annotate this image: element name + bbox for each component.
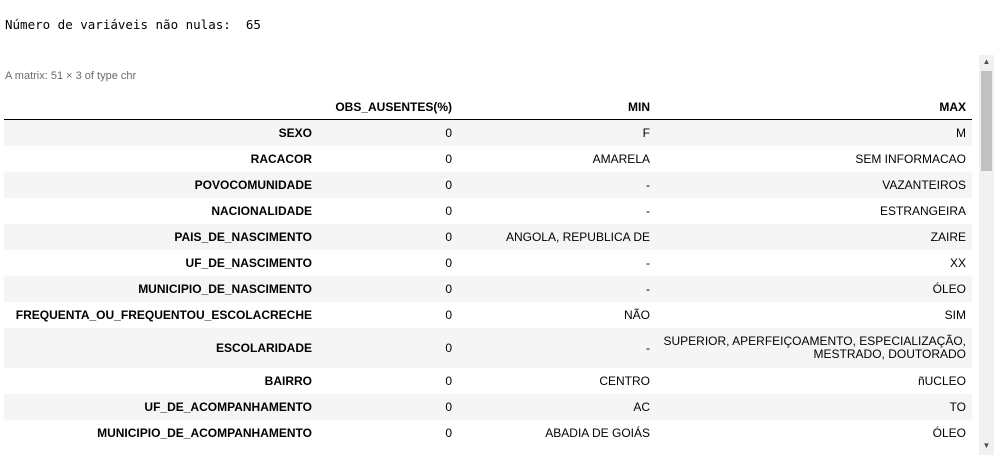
cell-min: CENTRO — [599, 374, 650, 388]
vertical-scrollbar[interactable]: ▲ ▼ — [979, 55, 994, 455]
output-area[interactable]: A matrix: 51 × 3 of type chr OBS_AUSENTE… — [0, 55, 995, 455]
header-min: MIN — [458, 95, 656, 120]
matrix-table: OBS_AUSENTES(%) MIN MAX SEXO 0 F M RACAC… — [4, 95, 972, 446]
cell-min: - — [646, 256, 650, 270]
table-row: PAIS_DE_NASCIMENTO 0 ANGOLA, REPUBLICA D… — [4, 224, 972, 250]
cell-max: ESTRANGEIRA — [879, 204, 966, 218]
row-name: FREQUENTA_OU_FREQUENTOU_ESCOLACRECHE — [15, 308, 312, 322]
cell-obs: 0 — [445, 308, 452, 322]
cell-obs: 0 — [445, 426, 452, 440]
cell-max: VAZANTEIROS — [656, 172, 972, 198]
row-name: MUNICIPIO_DE_ACOMPANHAMENTO — [97, 426, 312, 440]
cell-max: SUPERIOR, APERFEIÇOAMENTO, ESPECIALIZAÇÃ… — [656, 328, 972, 368]
cell-obs: 0 — [318, 276, 458, 302]
cell-max: M — [656, 119, 972, 146]
cell-max: ZAIRE — [656, 224, 972, 250]
table-row: POVOCOMUNIDADE 0 - VAZANTEIROS — [4, 172, 972, 198]
cell-obs: 0 — [445, 256, 452, 270]
table-row: ESCOLARIDADE 0 - SUPERIOR, APERFEIÇOAMEN… — [4, 328, 972, 368]
cell-max: TO — [656, 394, 972, 420]
row-name: MUNICIPIO_DE_NASCIMENTO — [4, 276, 318, 302]
header-obs-ausentes: OBS_AUSENTES(%) — [318, 95, 458, 120]
scroll-up-icon[interactable]: ▲ — [979, 55, 994, 69]
table-row: UF_DE_NASCIMENTO 0 - XX — [4, 250, 972, 276]
cell-obs: 0 — [318, 328, 458, 368]
cell-max: ÓLEO — [932, 426, 966, 440]
cell-min: - — [458, 172, 656, 198]
cell-obs: 0 — [445, 374, 452, 388]
cell-min: ABADIA DE GOIÁS — [545, 426, 650, 440]
cell-min: F — [458, 119, 656, 146]
header-rowname — [4, 95, 318, 120]
matrix-caption: A matrix: 51 × 3 of type chr — [5, 70, 137, 82]
table-row: MUNICIPIO_DE_ACOMPANHAMENTO 0 ABADIA DE … — [4, 420, 972, 446]
row-name: UF_DE_ACOMPANHAMENTO — [4, 394, 318, 420]
table-row: UF_DE_ACOMPANHAMENTO 0 AC TO — [4, 394, 972, 420]
cell-obs: 0 — [445, 152, 452, 166]
cell-min: AMARELA — [592, 152, 650, 166]
cell-max: ñUCLEO — [917, 374, 966, 388]
cell-max: SIM — [944, 308, 966, 322]
table-row: NACIONALIDADE 0 - ESTRANGEIRA — [4, 198, 972, 224]
table-row: BAIRRO 0 CENTRO ñUCLEO — [4, 368, 972, 394]
cell-obs: 0 — [318, 224, 458, 250]
table-row: FREQUENTA_OU_FREQUENTOU_ESCOLACRECHE 0 N… — [4, 302, 972, 328]
cell-min: ANGOLA, REPUBLICA DE — [458, 224, 656, 250]
row-name: SEXO — [4, 119, 318, 146]
cell-min: - — [646, 204, 650, 218]
cell-max: XX — [949, 256, 966, 270]
table-row: SEXO 0 F M — [4, 119, 972, 146]
table-row: MUNICIPIO_DE_NASCIMENTO 0 - ÓLEO — [4, 276, 972, 302]
table-row: RACACOR 0 AMARELA SEM INFORMACAO — [4, 146, 972, 172]
cell-min: NÃO — [623, 308, 650, 322]
cell-min: - — [458, 328, 656, 368]
stdout-text: Número de variáveis não nulas: 65 — [5, 17, 261, 32]
row-name: RACACOR — [250, 152, 312, 166]
cell-min: AC — [458, 394, 656, 420]
cell-max: ÓLEO — [656, 276, 972, 302]
row-name: POVOCOMUNIDADE — [4, 172, 318, 198]
row-name: PAIS_DE_NASCIMENTO — [4, 224, 318, 250]
row-name: UF_DE_NASCIMENTO — [185, 256, 312, 270]
scrollbar-thumb[interactable] — [981, 71, 992, 171]
cell-obs: 0 — [318, 172, 458, 198]
header-max: MAX — [656, 95, 972, 120]
row-name: ESCOLARIDADE — [4, 328, 318, 368]
scroll-down-icon[interactable]: ▼ — [979, 439, 994, 453]
cell-obs: 0 — [445, 204, 452, 218]
cell-obs: 0 — [318, 119, 458, 146]
cell-max: SEM INFORMACAO — [855, 152, 966, 166]
cell-obs: 0 — [318, 394, 458, 420]
row-name: NACIONALIDADE — [211, 204, 312, 218]
row-name: BAIRRO — [264, 374, 312, 388]
table-header-row: OBS_AUSENTES(%) MIN MAX — [4, 95, 972, 120]
cell-min: - — [458, 276, 656, 302]
